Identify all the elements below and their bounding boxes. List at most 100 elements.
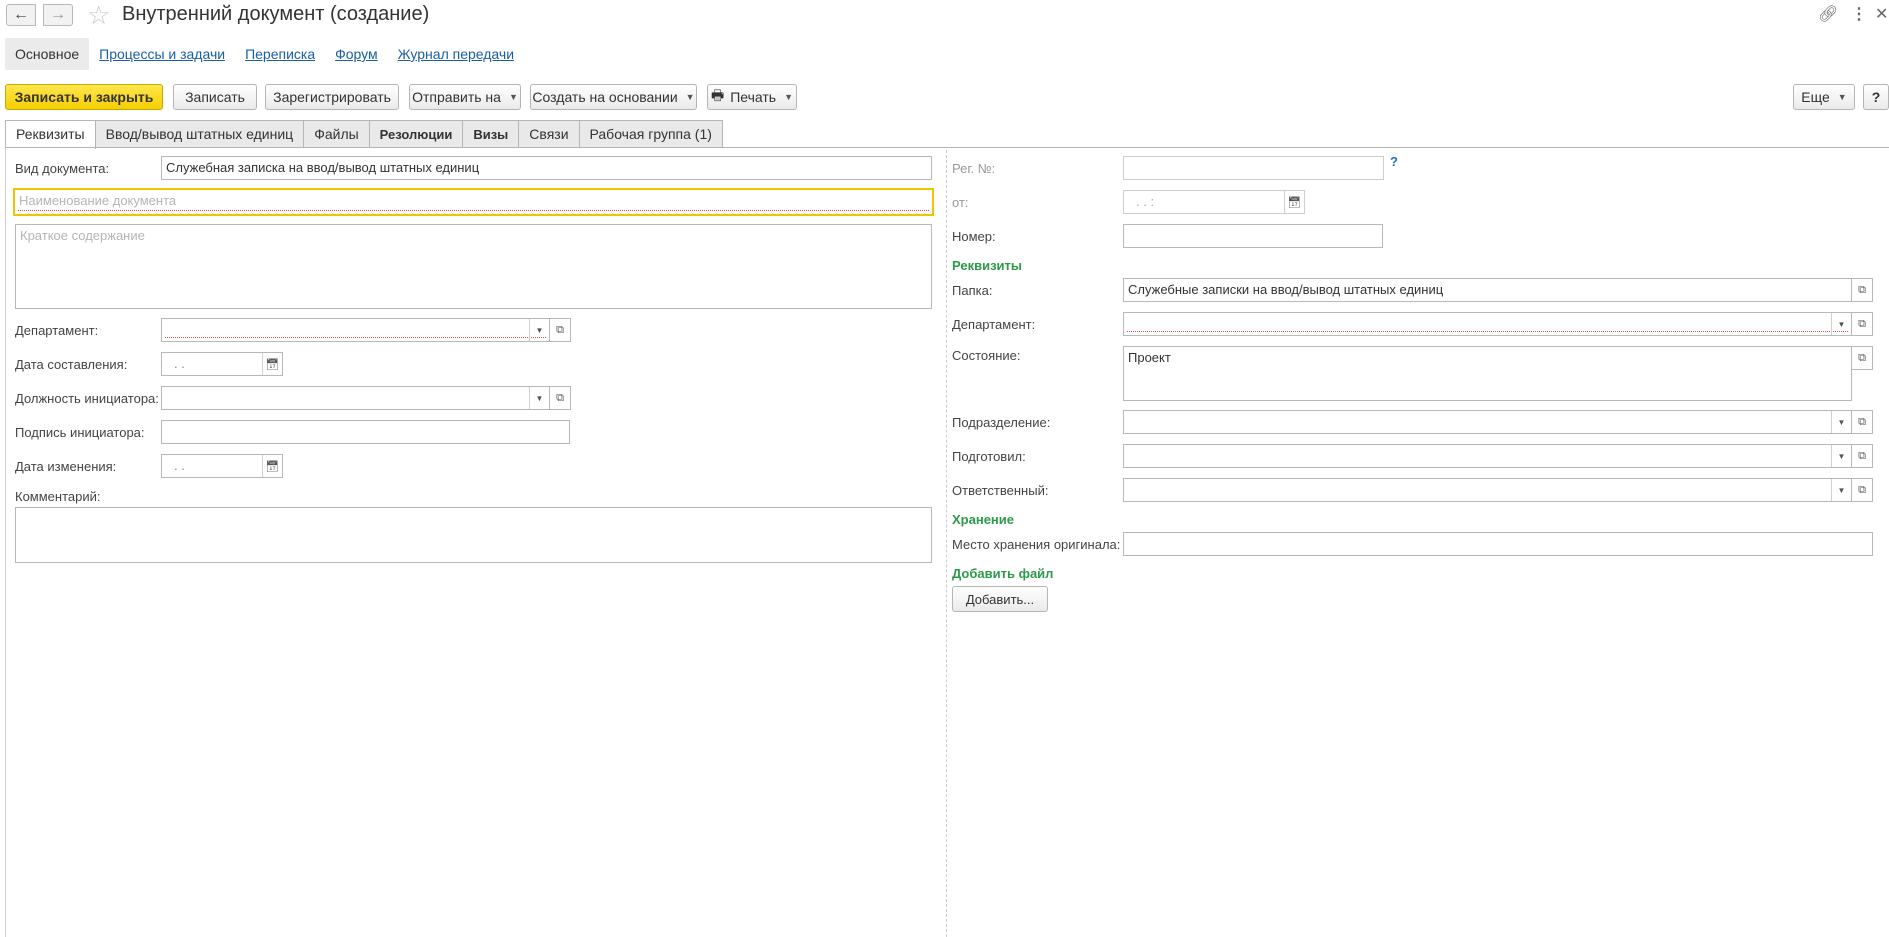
open-icon[interactable]: ⧉ (1851, 410, 1873, 434)
tab-workgroup[interactable]: Рабочая группа (1) (578, 120, 723, 148)
department-select[interactable]: ▼ (161, 318, 550, 342)
tab-requisites[interactable]: Реквизиты (5, 120, 96, 149)
doc-type-label: Вид документа: (15, 161, 110, 176)
tab-links[interactable]: Связи (518, 120, 580, 148)
state-field[interactable]: Проект (1123, 346, 1852, 401)
required-marker (165, 337, 546, 338)
send-to-button[interactable]: Отправить на ▼ (409, 84, 521, 110)
storage-group-header: Хранение (952, 512, 1014, 527)
dropdown-arrow-icon[interactable]: ▼ (529, 387, 549, 409)
initiator-position-select[interactable]: ▼ (161, 386, 550, 410)
tab-resolutions[interactable]: Резолюции (368, 120, 464, 148)
requisites-group-header: Реквизиты (952, 258, 1022, 273)
doc-type-field[interactable]: Служебная записка на ввод/вывод штатных … (161, 156, 932, 180)
print-button[interactable]: 🖶︎ Печать ▼ (707, 84, 797, 110)
calendar-icon[interactable]: 📅︎ (262, 353, 282, 375)
state-label: Состояние: (952, 348, 1021, 363)
arrow-right-icon: → (50, 6, 66, 23)
caret-down-icon: ▼ (508, 92, 518, 102)
dropdown-arrow-icon[interactable]: ▼ (529, 319, 549, 341)
storage-location-input[interactable] (1123, 532, 1873, 556)
subdivision-select[interactable]: ▼ (1123, 410, 1852, 434)
nav-main[interactable]: Основное (5, 38, 90, 70)
required-marker (18, 210, 929, 211)
department-label: Департамент: (15, 323, 99, 338)
tab-staff-io[interactable]: Ввод/вывод штатных единиц (94, 120, 305, 148)
summary-textarea[interactable]: Краткое содержание (15, 224, 932, 309)
save-button[interactable]: Записать (173, 84, 257, 110)
nav-transfer-log[interactable]: Журнал передачи (388, 46, 524, 62)
favorite-star-icon[interactable]: ☆ (87, 0, 110, 30)
required-marker (1127, 331, 1848, 332)
open-icon[interactable]: ⧉ (549, 386, 571, 410)
create-based-on-button[interactable]: Создать на основании ▼ (530, 84, 697, 110)
caret-down-icon: ▼ (1837, 92, 1847, 102)
save-and-close-button[interactable]: Записать и закрыть (5, 84, 163, 110)
nav-processes[interactable]: Процессы и задачи (89, 46, 235, 62)
date-changed-input[interactable]: . . 📅︎ (161, 454, 283, 478)
close-icon[interactable]: ✕ (1875, 4, 1888, 24)
number-label: Номер: (952, 229, 996, 244)
tab-divider (5, 147, 1889, 148)
date-changed-label: Дата изменения: (15, 459, 117, 474)
open-icon[interactable]: ⧉ (1851, 312, 1873, 336)
right-department-select[interactable]: ▼ (1123, 312, 1852, 336)
reg-no-label: Рег. №: (952, 161, 996, 176)
section-nav: Основное Процессы и задачи Переписка Фор… (5, 38, 524, 70)
folder-label: Папка: (952, 283, 993, 298)
column-splitter (946, 150, 947, 937)
doc-name-input[interactable]: Наименование документа (13, 188, 934, 216)
responsible-select[interactable]: ▼ (1123, 478, 1852, 502)
initiator-signature-label: Подпись инициатора: (15, 425, 145, 440)
subdivision-label: Подразделение: (952, 415, 1051, 430)
open-icon[interactable]: ⧉ (1851, 444, 1873, 468)
help-question-icon[interactable]: ? (1390, 154, 1398, 169)
initiator-signature-input[interactable] (161, 420, 570, 444)
add-file-group-header: Добавить файл (952, 566, 1054, 581)
comment-label: Комментарий: (15, 489, 101, 504)
content-border (5, 147, 6, 937)
help-button[interactable]: ? (1863, 84, 1889, 110)
nav-correspondence[interactable]: Переписка (235, 46, 325, 62)
tab-visas[interactable]: Визы (462, 120, 520, 148)
date-created-input[interactable]: . . 📅︎ (161, 352, 283, 376)
reg-no-input (1123, 156, 1384, 180)
link-icon[interactable]: 🔗︎ (1818, 4, 1838, 24)
initiator-position-label: Должность инициатора: (15, 391, 159, 406)
more-vertical-icon[interactable]: ⋮ (1851, 4, 1867, 24)
printer-icon: 🖶︎ (711, 87, 725, 103)
arrow-left-icon: ← (13, 6, 29, 23)
register-button[interactable]: Зарегистрировать (265, 84, 399, 110)
back-button[interactable]: ← (6, 4, 36, 26)
folder-field[interactable]: Служебные записки на ввод/вывод штатных … (1123, 278, 1852, 302)
tab-files[interactable]: Файлы (303, 120, 370, 148)
dropdown-arrow-icon[interactable]: ▼ (1831, 313, 1851, 335)
add-file-button[interactable]: Добавить... (952, 586, 1048, 612)
from-label: от: (952, 195, 969, 210)
tab-bar: Реквизиты Ввод/вывод штатных единиц Файл… (5, 120, 723, 149)
forward-button[interactable]: → (43, 4, 73, 26)
calendar-icon[interactable]: 📅︎ (262, 455, 282, 477)
open-icon[interactable]: ⧉ (1851, 478, 1873, 502)
storage-location-label: Место хранения оригинала: (952, 537, 1121, 552)
prepared-select[interactable]: ▼ (1123, 444, 1852, 468)
open-icon[interactable]: ⧉ (549, 318, 571, 342)
calendar-icon: 📅︎ (1284, 191, 1304, 213)
caret-down-icon: ▼ (784, 92, 794, 102)
right-department-label: Департамент: (952, 317, 1036, 332)
comment-textarea[interactable] (15, 507, 932, 563)
nav-forum[interactable]: Форум (325, 46, 388, 62)
number-input[interactable] (1123, 224, 1383, 248)
date-created-label: Дата составления: (15, 357, 128, 372)
caret-down-icon: ▼ (685, 92, 695, 102)
prepared-label: Подготовил: (952, 449, 1026, 464)
from-datetime-input: . . : 📅︎ (1123, 190, 1305, 214)
window-title: Внутренний документ (создание) (122, 3, 430, 25)
open-icon[interactable]: ⧉ (1851, 278, 1873, 302)
open-icon[interactable]: ⧉ (1851, 346, 1873, 370)
dropdown-arrow-icon[interactable]: ▼ (1831, 445, 1851, 467)
dropdown-arrow-icon[interactable]: ▼ (1831, 479, 1851, 501)
more-button[interactable]: Еще ▼ (1793, 84, 1855, 110)
responsible-label: Ответственный: (952, 483, 1049, 498)
dropdown-arrow-icon[interactable]: ▼ (1831, 411, 1851, 433)
